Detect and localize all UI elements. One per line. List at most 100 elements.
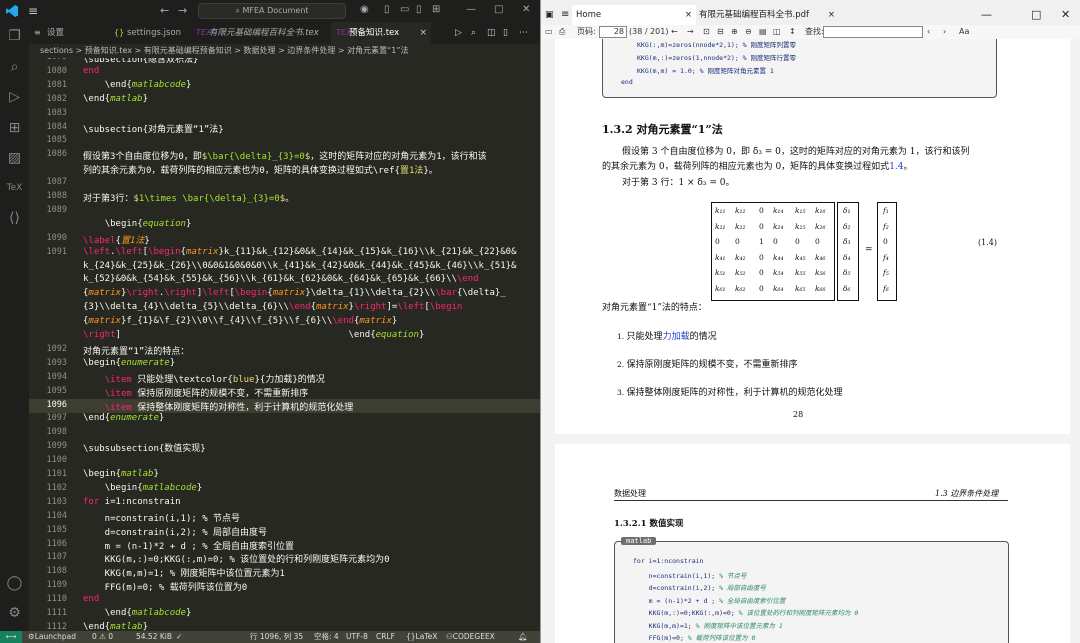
code-icon[interactable]: ⟨⟩ bbox=[6, 210, 23, 227]
code-line[interactable]: \subsection{对角元素置“1”法} bbox=[83, 122, 224, 135]
minimize-icon[interactable]: — bbox=[466, 4, 476, 15]
continuous-icon[interactable]: ↕ bbox=[789, 25, 796, 39]
layout-panel-icon[interactable]: ▭ bbox=[400, 4, 409, 15]
layout-sidebar-icon[interactable]: ▯ bbox=[384, 4, 390, 15]
code-line[interactable]: k_{24}&k_{25}&k_{26}\\0&0&1&0&0&0\\k_{41… bbox=[83, 261, 516, 271]
find-prev-icon[interactable]: ‹ bbox=[927, 25, 930, 39]
match-case-icon[interactable]: Aa bbox=[959, 25, 969, 39]
preview-icon[interactable]: ⌕ bbox=[471, 22, 476, 44]
code-line[interactable]: \item 保持原刚度矩阵的规模不变，不需重新排序 bbox=[83, 386, 309, 399]
code-line[interactable]: k_{52}&0&k_{54}&k_{55}&k_{56}\\k_{61}&k_… bbox=[83, 274, 479, 284]
indentation-status[interactable]: 空格: 4 bbox=[314, 631, 339, 643]
breadcrumb[interactable]: sections > 预备知识.tex > 有限元基础编程预备知识 > 数据处理… bbox=[29, 44, 540, 58]
account-icon[interactable]: ◯ bbox=[6, 575, 23, 592]
code-editor[interactable]: 1079 \subsection{隐含双积法} 1080 end 1081 \end{m… bbox=[29, 58, 540, 631]
settings-gear-icon[interactable]: ⚙ bbox=[6, 605, 23, 622]
code-line[interactable]: \begin{enumerate} bbox=[83, 358, 175, 368]
find-next-icon[interactable]: › bbox=[943, 25, 946, 39]
code-line[interactable]: m = (n-1)*2 + d ; % 全局自由度索引位置 bbox=[83, 539, 294, 552]
code-line[interactable]: \begin{equation} bbox=[83, 219, 192, 229]
open-icon[interactable]: ▭ bbox=[545, 25, 553, 39]
code-line[interactable]: \end{matlab} bbox=[83, 622, 148, 631]
problems-status[interactable]: 0 ⚠ 0 bbox=[92, 631, 113, 643]
code-line[interactable]: n=constrain(i,1); % 节点号 bbox=[83, 511, 240, 524]
equation-ref-link[interactable]: 1.4 bbox=[889, 162, 903, 172]
close-icon[interactable]: ✕ bbox=[522, 4, 530, 15]
language-status[interactable]: {} LaTeX bbox=[406, 631, 437, 643]
zoom-in-icon[interactable]: ⊕ bbox=[731, 25, 738, 39]
code-line[interactable]: for i=1:nconstrain bbox=[83, 497, 181, 507]
code-line[interactable]: \item 只能处理\textcolor{blue}{力加载}的情况 bbox=[83, 372, 325, 385]
code-line[interactable]: \end{matlab} bbox=[83, 94, 148, 104]
encoding-status[interactable]: UTF-8 bbox=[346, 631, 368, 643]
code-line[interactable]: \item 保持整体刚度矩阵的对称性，利于计算机的规范化处理 bbox=[83, 400, 354, 413]
customize-layout-icon[interactable]: ⊞ bbox=[432, 4, 440, 15]
code-line[interactable]: {3}\\delta_{4}\\delta_{5}\\delta_{6}\\\e… bbox=[83, 302, 462, 312]
tab-pdf-file[interactable]: 有限元基础编程百科全书.pdf × bbox=[699, 5, 839, 25]
tab-close-icon[interactable]: × bbox=[685, 5, 692, 25]
code-line[interactable]: \end{matlabcode} bbox=[83, 80, 192, 90]
tab-close-icon[interactable]: × bbox=[419, 22, 427, 44]
copilot-icon[interactable]: ◉ bbox=[360, 4, 369, 15]
split-editor-icon[interactable]: ▯ bbox=[503, 22, 508, 44]
menu-icon[interactable]: ≡ bbox=[561, 5, 569, 25]
minimize-icon[interactable]: — bbox=[981, 5, 992, 25]
codegeex-status[interactable]: ⚇ CODEGEEX bbox=[446, 631, 495, 643]
code-line[interactable]: 列的其余元素为0，载荷列阵的相应元素也为0，矩阵的具体变换过程如式\ref{置1… bbox=[83, 163, 438, 176]
code-line[interactable]: FFG(m)=0; % 载荷列阵该位置为0 bbox=[83, 580, 247, 593]
tab-close-icon[interactable]: × bbox=[828, 5, 835, 25]
cursor-position[interactable]: 行 1096, 列 35 bbox=[250, 631, 303, 643]
code-line[interactable]: KKG(m,m)=1; % 刚度矩阵中该位置元素为1 bbox=[83, 566, 285, 579]
code-line[interactable]: {matrix}\right.\right]\left[\begin{matri… bbox=[83, 288, 506, 298]
code-line[interactable]: 对角元素置“1”法的特点： bbox=[83, 344, 189, 357]
tex-icon[interactable]: TeX bbox=[6, 180, 23, 197]
code-line[interactable]: \end{enumerate} bbox=[83, 413, 164, 423]
code-line[interactable]: end bbox=[83, 66, 99, 76]
command-center-search[interactable]: ⌕ MFEA Document bbox=[198, 3, 346, 19]
code-line[interactable]: 对于第3行：$1\times \bar{\delta}_{3}=0$。 bbox=[83, 191, 294, 204]
eol-status[interactable]: CRLF bbox=[376, 631, 395, 643]
code-line[interactable]: \subsubsection{数值实现} bbox=[83, 441, 206, 454]
tab-settings-json[interactable]: {} settings.json bbox=[109, 22, 191, 44]
run-debug-icon[interactable]: ▷ bbox=[6, 89, 23, 106]
fit-page-icon[interactable]: ⊡ bbox=[703, 25, 710, 39]
zoom-out-icon[interactable]: ⊖ bbox=[745, 25, 752, 39]
find-input[interactable] bbox=[823, 26, 923, 38]
two-page-icon[interactable]: ◫ bbox=[773, 25, 781, 39]
code-line[interactable]: \left.\left[\begin{matrix}k_{11}&k_{12}&… bbox=[83, 247, 517, 257]
notifications-icon[interactable]: 🔔︎ bbox=[518, 631, 528, 643]
code-line[interactable]: 假设第3个自由度位移为0，即$\bar{\delta}_{3}=0$，这时的矩阵… bbox=[83, 149, 487, 162]
code-line[interactable]: KKG(m,:)=0;KKG(:,m)=0; % 该位置处的行和列刚度矩阵元素均… bbox=[83, 552, 390, 565]
search-view-icon[interactable]: ⌕ bbox=[6, 59, 23, 76]
print-icon[interactable]: ⎙ bbox=[559, 25, 565, 39]
next-page-icon[interactable]: → bbox=[687, 25, 694, 39]
explorer-icon[interactable]: ❐ bbox=[6, 28, 23, 45]
open-changes-icon[interactable]: ◫ bbox=[487, 22, 496, 44]
image-icon[interactable]: ▨ bbox=[6, 150, 23, 167]
code-line[interactable]: end bbox=[83, 594, 99, 604]
back-icon[interactable]: ← bbox=[160, 4, 169, 17]
tab-prep-tex[interactable]: TEX 预备知识.tex × bbox=[331, 22, 431, 44]
close-icon[interactable]: ✕ bbox=[1061, 5, 1070, 25]
check-icon[interactable]: ✓ bbox=[176, 631, 182, 643]
tab-main-tex[interactable]: TEX 有限元基础编程百科全书.tex bbox=[191, 22, 331, 44]
run-icon[interactable]: ▷ bbox=[455, 22, 462, 44]
tab-home[interactable]: Home × bbox=[572, 5, 696, 25]
rotate-icon[interactable]: ▤ bbox=[759, 25, 767, 39]
code-line[interactable]: d=constrain(i,2); % 局部自由度号 bbox=[83, 525, 267, 538]
code-line[interactable]: \right] \end{equation} bbox=[83, 330, 424, 340]
layout-aux-icon[interactable]: ▯ bbox=[416, 4, 422, 15]
maximize-icon[interactable]: □ bbox=[494, 4, 503, 15]
code-line[interactable]: \subsection{隐含双积法} bbox=[83, 58, 198, 65]
tab-settings[interactable]: ≡ 设置 bbox=[29, 22, 109, 44]
code-line[interactable]: \label{置1法} bbox=[83, 233, 150, 246]
prev-page-icon[interactable]: ← bbox=[671, 25, 678, 39]
code-line[interactable]: \begin{matlabcode} bbox=[83, 483, 203, 493]
more-actions-icon[interactable]: ⋯ bbox=[519, 22, 528, 44]
extensions-icon[interactable]: ⊞ bbox=[6, 120, 23, 137]
forward-icon[interactable]: → bbox=[178, 4, 187, 17]
fit-width-icon[interactable]: ⊟ bbox=[717, 25, 724, 39]
maximize-icon[interactable]: □ bbox=[1031, 5, 1041, 25]
code-line[interactable]: \begin{matlab} bbox=[83, 469, 159, 479]
remote-icon[interactable]: ⟷ bbox=[0, 631, 22, 643]
